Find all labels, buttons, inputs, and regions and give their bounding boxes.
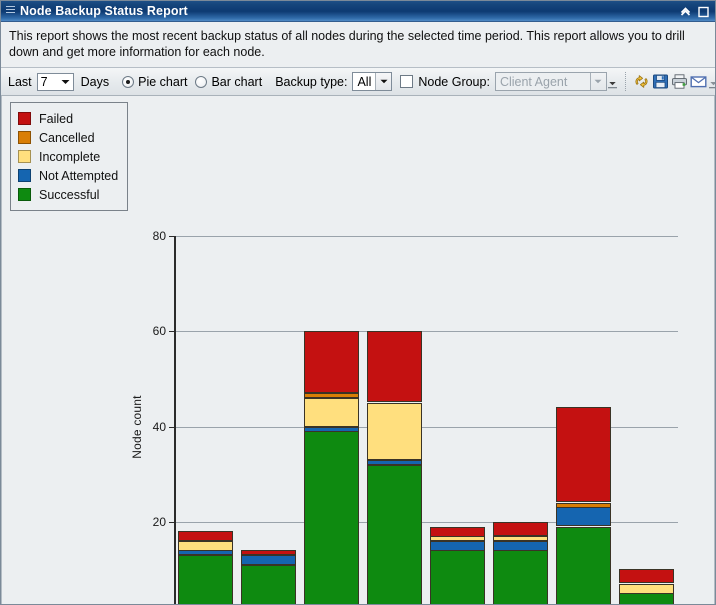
bar-segment-Jan13-Incomplete[interactable]: [619, 584, 674, 594]
save-floppy-icon[interactable]: [652, 71, 669, 92]
legend-item-label: Not Attempted: [39, 169, 118, 183]
backup-type-select[interactable]: All: [352, 72, 392, 91]
bar-chart-radio[interactable]: Bar chart: [195, 75, 262, 89]
bar-segment-Jan09-NotAttempted[interactable]: [367, 460, 422, 465]
chevron-down-icon[interactable]: [590, 73, 606, 90]
y-axis-line: [174, 236, 176, 605]
legend-item-incomplete[interactable]: Incomplete: [18, 147, 121, 166]
legend-item-not-attempted[interactable]: Not Attempted: [18, 166, 121, 185]
ytick-label-60: 60: [134, 324, 166, 338]
y-axis-title: Node count: [130, 395, 144, 458]
bar-segment-Jan08-Successful[interactable]: [304, 431, 359, 605]
bar-segment-Jan11-Failed[interactable]: [493, 522, 548, 536]
email-envelope-icon[interactable]: [690, 71, 707, 92]
bar-segment-Jan07-Successful[interactable]: [241, 565, 296, 605]
legend-swatch-icon: [18, 131, 31, 144]
legend-item-label: Cancelled: [39, 131, 95, 145]
chevron-up-icon[interactable]: [678, 4, 693, 19]
drag-grip-icon: [6, 6, 15, 16]
bar-segment-Jan08-Failed[interactable]: [304, 331, 359, 393]
bar-chart-label: Bar chart: [211, 75, 262, 89]
bar-segment-Jan10-NotAttempted[interactable]: [430, 541, 485, 551]
pie-chart-label: Pie chart: [138, 75, 187, 89]
days-spinner[interactable]: [37, 73, 74, 91]
page-title: Node Backup Status Report: [20, 4, 188, 18]
node-group-value: Client Agent: [496, 73, 590, 90]
radio-indicator-pie[interactable]: [122, 76, 134, 88]
window-titlebar: Node Backup Status Report: [1, 1, 715, 22]
legend-item-cancelled[interactable]: Cancelled: [18, 128, 121, 147]
report-description: This report shows the most recent backup…: [1, 22, 715, 68]
legend-swatch-icon: [18, 150, 31, 163]
legend-item-label: Successful: [39, 188, 99, 202]
bar-segment-Jan12-NotAttempted[interactable]: [556, 507, 611, 526]
ytick-label-20: 20: [134, 515, 166, 529]
backup-type-value: All: [353, 73, 375, 90]
bar-segment-Jan10-Failed[interactable]: [430, 527, 485, 537]
days-input[interactable]: [38, 74, 59, 90]
chevron-down-icon[interactable]: [375, 73, 391, 90]
maximize-square-icon[interactable]: [696, 4, 711, 19]
toolbar-overflow-icon[interactable]: [608, 74, 617, 90]
legend-item-successful[interactable]: Successful: [18, 185, 121, 204]
bar-segment-Jan11-Incomplete[interactable]: [493, 536, 548, 541]
legend-swatch-icon: [18, 112, 31, 125]
last-label: Last: [8, 75, 32, 89]
bar-segment-Jan11-NotAttempted[interactable]: [493, 541, 548, 551]
bar-segment-Jan09-Successful[interactable]: [367, 465, 422, 605]
report-content: 020406080Node countJan 06Jan 07Jan 08Jan…: [1, 96, 715, 605]
pie-chart-radio[interactable]: Pie chart: [122, 75, 187, 89]
legend-swatch-icon: [18, 169, 31, 182]
print-icon[interactable]: [671, 71, 688, 92]
days-label: Days: [81, 75, 109, 89]
bar-segment-Jan08-NotAttempted[interactable]: [304, 427, 359, 432]
bar-segment-Jan09-Incomplete[interactable]: [367, 403, 422, 460]
resize-grip-icon[interactable]: [709, 74, 716, 90]
legend-swatch-icon: [18, 188, 31, 201]
bar-segment-Jan10-Successful[interactable]: [430, 550, 485, 605]
chevron-down-icon[interactable]: [59, 74, 73, 90]
bar-segment-Jan11-Successful[interactable]: [493, 550, 548, 605]
bar-segment-Jan06-Failed[interactable]: [178, 531, 233, 541]
bar-segment-Jan07-NotAttempted[interactable]: [241, 555, 296, 565]
legend-item-failed[interactable]: Failed: [18, 109, 121, 128]
bar-segment-Jan06-Incomplete[interactable]: [178, 541, 233, 551]
bar-segment-Jan09-Failed[interactable]: [367, 331, 422, 402]
radio-indicator-bar[interactable]: [195, 76, 207, 88]
bar-segment-Jan12-Failed[interactable]: [556, 407, 611, 502]
node-group-checkbox[interactable]: [400, 75, 413, 88]
bar-segment-Jan13-Failed[interactable]: [619, 569, 674, 583]
ytick-label-80: 80: [134, 229, 166, 243]
legend-item-label: Failed: [39, 112, 73, 126]
chart-legend: Failed Cancelled Incomplete Not Attempted Su…: [10, 102, 128, 211]
bar-segment-Jan12-Successful[interactable]: [556, 527, 611, 605]
refresh-icon[interactable]: [633, 71, 650, 92]
backup-type-label: Backup type:: [275, 75, 347, 89]
bar-segment-Jan13-Successful[interactable]: [619, 593, 674, 605]
legend-item-label: Incomplete: [39, 150, 100, 164]
toolbar-separator: [625, 72, 626, 91]
bar-segment-Jan12-Cancelled[interactable]: [556, 503, 611, 508]
report-toolbar: Last Days Pie chart Bar chart Backup typ…: [1, 68, 715, 96]
bar-segment-Jan07-Failed[interactable]: [241, 550, 296, 555]
bar-segment-Jan08-Incomplete[interactable]: [304, 398, 359, 427]
report-window: Node Backup Status Report This report sh…: [0, 0, 716, 605]
bar-segment-Jan08-Cancelled[interactable]: [304, 393, 359, 398]
gridline-y-80: [174, 236, 678, 237]
bar-segment-Jan06-Successful[interactable]: [178, 555, 233, 605]
node-group-label: Node Group:: [418, 75, 490, 89]
node-group-select[interactable]: Client Agent: [495, 72, 607, 91]
gridline-y-60: [174, 331, 678, 332]
